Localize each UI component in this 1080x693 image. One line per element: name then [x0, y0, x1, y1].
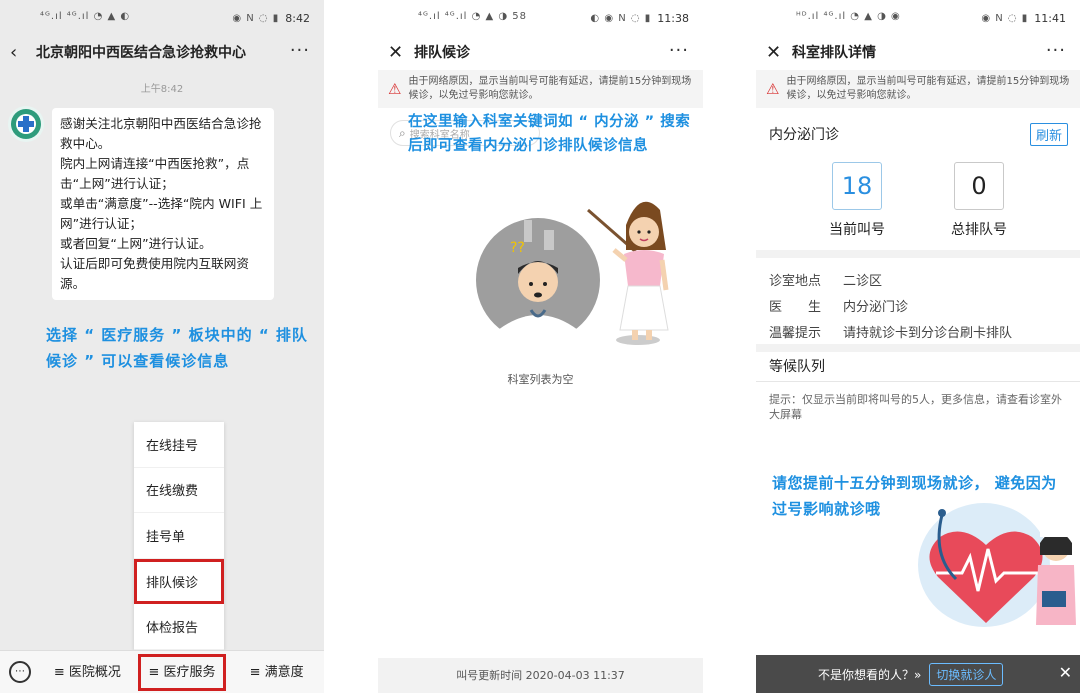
status-icons: ◉ N ◌ ▮: [981, 12, 1029, 24]
hospital-logo-avatar[interactable]: [8, 106, 44, 142]
warning-text: 由于网络原因，显示当前叫号可能有延迟，请提前15分钟到现场候诊，以免过号影响您就…: [408, 76, 692, 101]
search-annotation: 在这里输入科室关键词如 “ 内分泌 ” 搜索后即可查看内分泌门诊排队候诊信息: [408, 114, 691, 154]
empty-list-text: 科室列表为空: [507, 373, 574, 386]
instruction-annotation: 选择 “ 医疗服务 ” 板块中的 “ 排队候诊 ” 可以查看候诊信息: [46, 326, 308, 370]
info-row-location: 诊室地点 二诊区: [769, 266, 1069, 292]
network-warning-banner: ⚠ 由于网络原因，显示当前叫号可能有延迟，请提前15分钟到现场候诊，以免过号影响…: [756, 70, 1080, 108]
warning-icon: ⚠: [766, 80, 780, 98]
message-timestamp: 上午8:42: [140, 84, 184, 95]
search-icon: ⌕: [399, 125, 406, 140]
chat-header: ‹ 北京朝阳中西医结合急诊抢救中心 ···: [0, 36, 324, 68]
close-icon[interactable]: ✕: [388, 42, 410, 63]
message-line: 或者回复“上网”进行认证。: [60, 236, 212, 251]
more-options-icon[interactable]: ···: [1046, 40, 1066, 61]
info-key: 医 生: [769, 299, 822, 315]
more-options-icon[interactable]: ···: [669, 40, 689, 61]
warning-text: 由于网络原因，显示当前叫号可能有延迟，请提前15分钟到现场候诊，以免过号影响您就…: [786, 76, 1070, 101]
info-row-reminder: 温馨提示 请持就诊卡到分诊台刷卡排队: [769, 318, 1069, 344]
message-line: 院内上网请连接“中西医抢救”，点击“上网”进行认证；: [60, 156, 250, 191]
info-row-doctor: 医 生 内分泌门诊: [769, 292, 1069, 318]
empty-state-illustration: ??: [476, 201, 669, 345]
close-bar-icon[interactable]: ✕: [1059, 663, 1072, 682]
status-time: 11:41: [1034, 11, 1066, 25]
message-line: 感谢关注北京朝阳中西医结合急诊抢救中心。: [60, 116, 262, 151]
svg-text:??: ??: [510, 240, 525, 256]
status-bar: ᴴᴰ.ıl ⁴ᴳ.ıl ◔ ▲ ◑ ◉ ◉ N ◌ ▮ 11:41: [756, 0, 1080, 36]
hospital-logo-icon: [11, 109, 41, 139]
total-queue-box: 0: [954, 162, 1004, 210]
menu-item-queue-waiting[interactable]: 排队候诊: [134, 558, 224, 605]
department-name: 内分泌门诊: [769, 127, 839, 143]
section-divider: [756, 250, 1080, 258]
close-icon[interactable]: ✕: [766, 42, 788, 63]
message-line: 认证后即可免费使用院内互联网资源。: [60, 256, 249, 291]
section-divider: [756, 381, 1080, 382]
status-bar: ⁴ᴳ.ıl ⁴ᴳ.ıl ◔ ▲ ◑ 58 ◐ ◉ N ◌ ▮ 11:38: [378, 0, 703, 36]
info-value: 二诊区: [843, 273, 883, 289]
refresh-button[interactable]: 刷新: [1029, 123, 1068, 146]
page-header: ✕ 排队候诊 ···: [378, 36, 703, 68]
queue-detail-panel: ᴴᴰ.ıl ⁴ᴳ.ıl ◔ ▲ ◑ ◉ ◉ N ◌ ▮ 11:41 ✕ 科室排队…: [756, 0, 1080, 693]
tab-medical-service[interactable]: ≡ 医疗服务: [135, 651, 230, 693]
menu-item-register-list[interactable]: 挂号单: [134, 513, 224, 559]
menu-item-online-payment[interactable]: 在线缴费: [134, 468, 224, 514]
status-time: 8:42: [285, 11, 310, 25]
heart-stethoscope-illustration: [918, 503, 1076, 627]
switch-patient-button[interactable]: 切换就诊人: [929, 662, 1004, 686]
current-number-label: 当前叫号: [829, 222, 885, 238]
signal-icons: ⁴ᴳ.ıl ⁴ᴳ.ıl ◔ ▲ ◑ 58: [418, 11, 528, 22]
section-divider: [756, 344, 1080, 352]
network-warning-banner: ⚠ 由于网络原因，显示当前叫号可能有延迟，请提前15分钟到现场候诊，以免过号影响…: [378, 70, 703, 108]
status-icons: ◐ ◉ N ◌ ▮: [590, 12, 652, 24]
menu-item-checkup-report[interactable]: 体检报告: [134, 604, 224, 650]
clinic-info-list: 诊室地点 二诊区 医 生 内分泌门诊 温馨提示 请持就诊卡到分诊台刷卡排队: [769, 266, 1069, 344]
total-queue-label: 总排队号: [951, 222, 1007, 238]
info-value: 请持就诊卡到分诊台刷卡排队: [843, 325, 1013, 341]
menu-item-online-register[interactable]: 在线挂号: [134, 422, 224, 468]
tab-hospital-overview[interactable]: ≡ 医院概况: [40, 651, 135, 693]
more-options-icon[interactable]: ···: [290, 40, 310, 61]
not-target-question: 不是你想看的人？»: [818, 667, 922, 682]
current-number-box: 18: [832, 162, 882, 210]
switch-patient-bar: 不是你想看的人？» 切换就诊人 ✕: [756, 655, 1080, 693]
wechat-chat-panel: ⁴ᴳ.ıl ⁴ᴳ.ıl ◔ ▲ ◐ ◉ N ◌ ▮ 8:42 ‹ 北京朝阳中西医…: [0, 0, 324, 693]
info-key: 诊室地点: [769, 273, 822, 289]
status-bar: ⁴ᴳ.ıl ⁴ᴳ.ıl ◔ ▲ ◐ ◉ N ◌ ▮ 8:42: [0, 0, 324, 36]
page-title: 排队候诊: [414, 45, 470, 61]
page-header: ✕ 科室排队详情 ···: [756, 36, 1080, 68]
keyboard-icon: ⋯: [9, 661, 31, 683]
medical-service-menu: 在线挂号 在线缴费 挂号单 排队候诊 体检报告: [134, 422, 224, 650]
queue-list-panel: ⁴ᴳ.ıl ⁴ᴳ.ıl ◔ ▲ ◑ 58 ◐ ◉ N ◌ ▮ 11:38 ✕ 排…: [378, 0, 703, 693]
message-line: 或单击“满意度”--选择“院内 WIFI 上网”进行认证；: [60, 196, 263, 231]
signal-icons: ᴴᴰ.ıl ⁴ᴳ.ıl ◔ ▲ ◑ ◉: [796, 11, 901, 22]
waiting-queue-title: 等候队列: [769, 359, 825, 375]
update-time-footer: 叫号更新时间 2020-04-03 11:37: [378, 658, 703, 693]
warning-icon: ⚠: [388, 80, 402, 98]
tab-satisfaction[interactable]: ≡ 满意度: [229, 651, 324, 693]
status-time: 11:38: [657, 11, 689, 25]
account-menu-bar: ⋯ ≡ 医院概况 ≡ 医疗服务 ≡ 满意度: [0, 650, 324, 693]
info-value: 内分泌门诊: [843, 299, 909, 315]
page-title: 科室排队详情: [792, 45, 876, 61]
status-icons: ◉ N ◌ ▮: [232, 12, 280, 24]
chat-title: 北京朝阳中西医结合急诊抢救中心: [36, 45, 246, 61]
info-key: 温馨提示: [769, 325, 822, 341]
keyboard-toggle[interactable]: ⋯: [0, 661, 40, 683]
welcome-message-bubble: 感谢关注北京朝阳中西医结合急诊抢救中心。 院内上网请连接“中西医抢救”，点击“上…: [52, 108, 274, 300]
signal-icons: ⁴ᴳ.ıl ⁴ᴳ.ıl ◔ ▲ ◐: [40, 11, 131, 22]
queue-tip: 提示：仅显示当前即将叫号的5人，更多信息，请查看诊室外大屏幕: [769, 393, 1062, 421]
back-icon[interactable]: ‹: [10, 42, 32, 63]
